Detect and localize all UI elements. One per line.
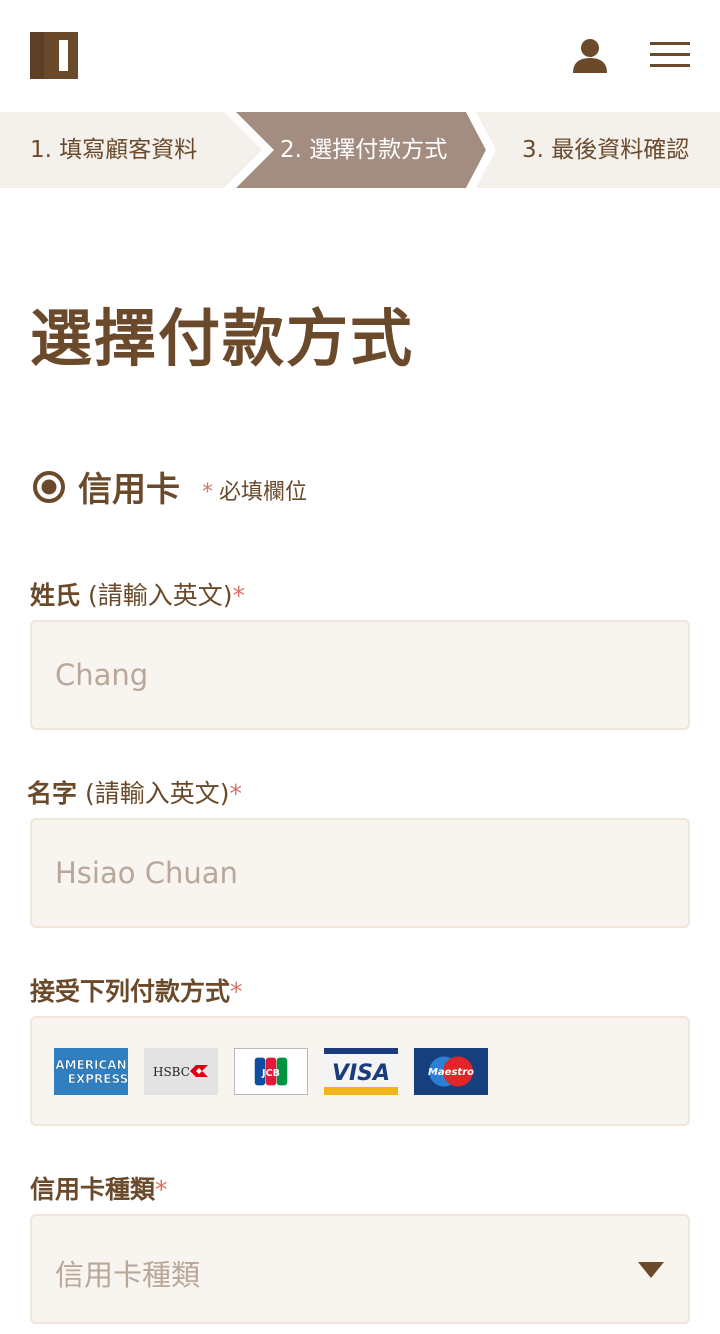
maestro-text: Maestro: [428, 1067, 474, 1078]
required-star: *: [229, 779, 242, 808]
accepted-cards-box: AMERICAN EXPRESS HSBC JCB VISA Maestro: [30, 1016, 690, 1126]
menu-line: [650, 42, 690, 45]
step-payment-method: 2. 選擇付款方式: [280, 137, 448, 163]
required-star: *: [155, 1175, 168, 1204]
last-name-label-hint: (請輸入英文): [80, 581, 233, 610]
step-confirmation: 3. 最後資料確認: [522, 137, 690, 163]
accepted-cards-label-main: 接受下列付款方式: [30, 977, 231, 1006]
radio-selected-icon[interactable]: [32, 470, 66, 504]
accepted-cards-label: 接受下列付款方式*: [30, 972, 243, 1008]
hsbc-logo-icon: HSBC: [144, 1048, 218, 1095]
step-customer-info[interactable]: 1. 填寫顧客資料: [30, 112, 197, 188]
required-fields-note: * 必填欄位: [202, 474, 307, 506]
header: [0, 0, 720, 112]
user-icon[interactable]: [572, 38, 608, 74]
maestro-logo-icon: Maestro: [414, 1048, 488, 1095]
visa-logo-icon: VISA: [324, 1048, 398, 1095]
required-star: *: [202, 480, 213, 505]
menu-line: [650, 53, 690, 56]
first-name-label-main: 名字: [27, 779, 78, 808]
card-type-select[interactable]: 信用卡種類: [30, 1214, 690, 1324]
first-name-value: Hsiao Chuan: [55, 856, 238, 890]
visa-bottom-band: [324, 1087, 398, 1095]
logo-bar: [59, 40, 68, 71]
first-name-label-hint: (請輸入英文): [77, 779, 230, 808]
hsbc-text: HSBC: [153, 1065, 190, 1079]
amex-text-line2: EXPRESS: [68, 1072, 128, 1086]
required-star: *: [230, 977, 243, 1006]
caret-down-icon[interactable]: [638, 1262, 664, 1278]
required-star: *: [232, 581, 245, 610]
first-name-label: 名字 (請輸入英文)*: [27, 774, 242, 810]
card-type-label-main: 信用卡種類: [30, 1175, 156, 1204]
logo-icon[interactable]: [30, 32, 78, 79]
visa-text: VISA: [332, 1061, 390, 1086]
last-name-label: 姓氏 (請輸入英文)*: [30, 576, 245, 612]
checkout-steps: 1. 填寫顧客資料 2. 選擇付款方式 3. 最後資料確認: [0, 112, 720, 188]
credit-card-option-label[interactable]: 信用卡: [78, 462, 180, 511]
last-name-input[interactable]: Chang: [30, 620, 690, 730]
amex-text-line1: AMERICAN: [55, 1058, 126, 1072]
page-title: 選擇付款方式: [30, 302, 415, 375]
required-note-text: 必填欄位: [219, 480, 308, 505]
menu-line: [650, 64, 690, 67]
logo-shade: [30, 32, 44, 79]
hamburger-menu-icon[interactable]: [650, 42, 690, 68]
card-type-placeholder: 信用卡種類: [55, 1258, 201, 1292]
last-name-value: Chang: [55, 658, 149, 692]
last-name-label-main: 姓氏: [30, 581, 81, 610]
jcb-logo-icon: JCB: [234, 1048, 308, 1095]
card-type-label: 信用卡種類*: [30, 1170, 168, 1206]
jcb-text: JCB: [261, 1068, 280, 1079]
amex-logo-icon: AMERICAN EXPRESS: [54, 1048, 128, 1095]
first-name-input[interactable]: Hsiao Chuan: [30, 818, 690, 928]
visa-top-band: [324, 1048, 398, 1054]
